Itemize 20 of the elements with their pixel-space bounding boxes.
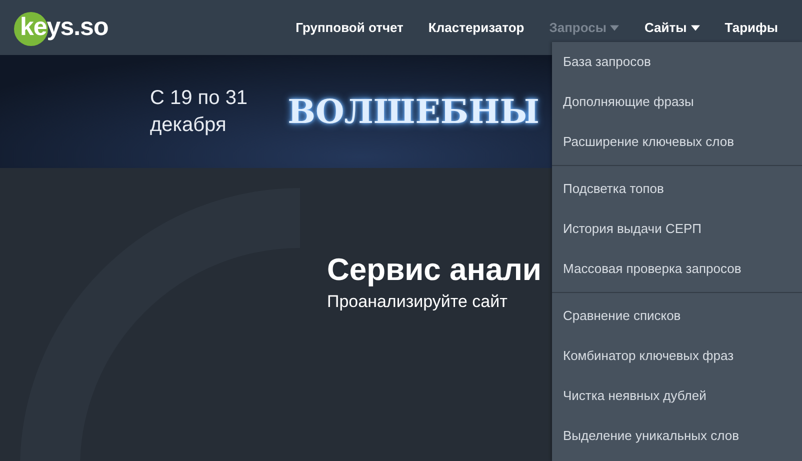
nav-link[interactable]: Кластеризатор — [428, 20, 524, 35]
hero-title: Сервис анали — [327, 252, 542, 288]
banner-dates: С 19 по 31 — [150, 86, 248, 110]
menu-item[interactable]: История выдачи СЕРП — [552, 209, 802, 249]
menu-item[interactable]: Расширение ключевых слов — [552, 122, 802, 162]
menu-item[interactable]: Выделение уникальных слов — [552, 416, 802, 456]
menu-item[interactable]: Чистка неявных дублей — [552, 376, 802, 416]
hero-subtitle: Проанализируйте сайт — [327, 292, 508, 312]
menu-item[interactable]: Подсветка топов — [552, 169, 802, 209]
nav-link[interactable]: Групповой отчет — [296, 20, 404, 35]
nav-link[interactable]: Тарифы — [724, 20, 778, 35]
banner-month: декабря — [150, 112, 228, 138]
nav-link[interactable]: Сайты — [644, 20, 700, 35]
caret-icon — [690, 24, 700, 30]
menu-item[interactable]: Комбинатор ключевых фраз — [552, 336, 802, 376]
menu-item[interactable]: Массовая проверка запросов — [552, 249, 802, 289]
menu-item[interactable]: Дополняющие фразы — [552, 82, 802, 122]
caret-icon — [610, 24, 620, 30]
menu-item[interactable]: Сравнение списков — [552, 296, 802, 336]
banner-headline: ВОЛШЕБНЫ — [288, 92, 540, 131]
